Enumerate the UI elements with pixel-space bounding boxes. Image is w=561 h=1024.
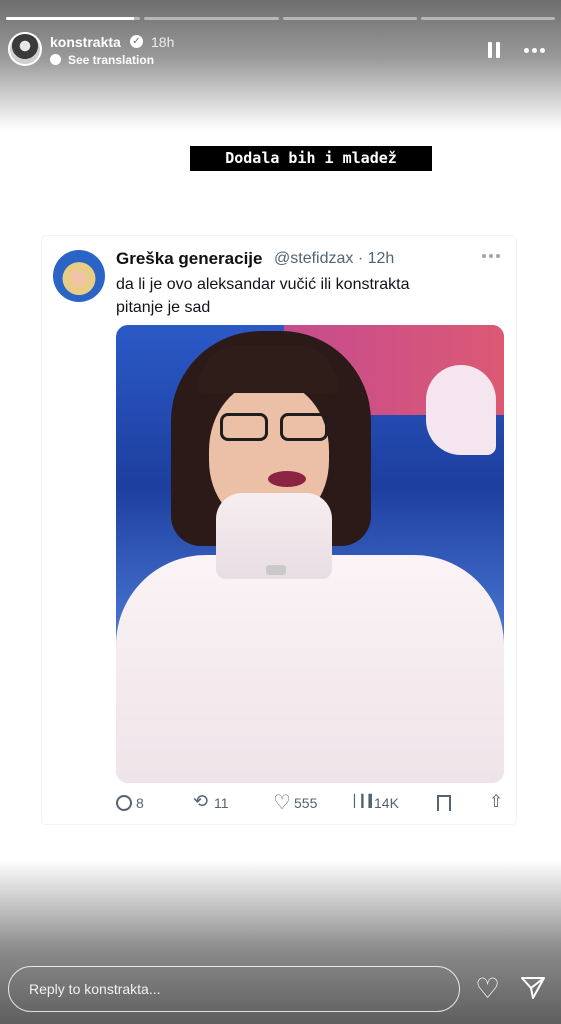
tweet-handle: @stefidzax · 12h	[274, 250, 395, 267]
avatar[interactable]	[8, 32, 42, 66]
tweet-author-name: Greška generacije	[116, 249, 263, 268]
story-progress	[6, 17, 555, 20]
views-action: 14K	[354, 794, 399, 811]
heart-icon[interactable]: ♡	[475, 975, 503, 1003]
story-viewer: konstrakta ✓ 18h See translation Dodala …	[0, 0, 561, 1024]
tweet-actions: 8 11 555 14K	[116, 790, 506, 815]
bar-chart-icon	[354, 794, 376, 811]
like-action: 555	[273, 790, 318, 815]
globe-icon	[50, 54, 61, 65]
reply-count: 8	[136, 795, 144, 811]
share-icon	[488, 792, 504, 812]
more-icon[interactable]	[524, 41, 548, 59]
bookmark-action	[434, 795, 451, 811]
caption-sticker: Dodala bih i mladež	[190, 146, 432, 171]
reply-placeholder: Reply to konstrakta...	[29, 981, 161, 997]
like-count: 555	[294, 795, 318, 811]
share-action	[488, 792, 504, 812]
retweet-count: 11	[214, 795, 229, 811]
progress-segment	[282, 17, 417, 20]
tweet-text-line: da li je ovo aleksandar vučić ili konstr…	[116, 276, 410, 293]
bookmark-icon	[434, 795, 451, 811]
progress-segment	[420, 17, 555, 20]
tweet-card: Greška generacije @stefidzax · 12h da li…	[42, 236, 516, 824]
post-time: 18h	[151, 34, 175, 50]
reply-input[interactable]: Reply to konstrakta...	[8, 966, 460, 1012]
progress-segment	[144, 17, 279, 20]
retweet-action: 11	[193, 791, 229, 812]
story-header: konstrakta ✓ 18h See translation	[8, 32, 553, 72]
reply-icon	[116, 795, 132, 811]
tweet-avatar	[53, 250, 105, 302]
username[interactable]: konstrakta	[50, 34, 121, 50]
see-translation-link[interactable]: See translation	[68, 53, 154, 67]
pause-icon[interactable]	[488, 42, 502, 58]
heart-outline-icon	[273, 790, 291, 815]
tweet-more-icon	[482, 254, 504, 260]
verified-icon: ✓	[130, 35, 143, 48]
tweet-photo	[116, 325, 504, 783]
reply-action: 8	[116, 795, 144, 811]
send-icon[interactable]	[520, 975, 546, 1001]
tweet-text-line: pitanje je sad	[116, 299, 211, 316]
retweet-icon	[193, 791, 210, 812]
progress-segment	[6, 17, 141, 20]
views-count: 14K	[374, 795, 399, 811]
tweet-text: da li je ovo aleksandar vučić ili konstr…	[116, 273, 506, 319]
